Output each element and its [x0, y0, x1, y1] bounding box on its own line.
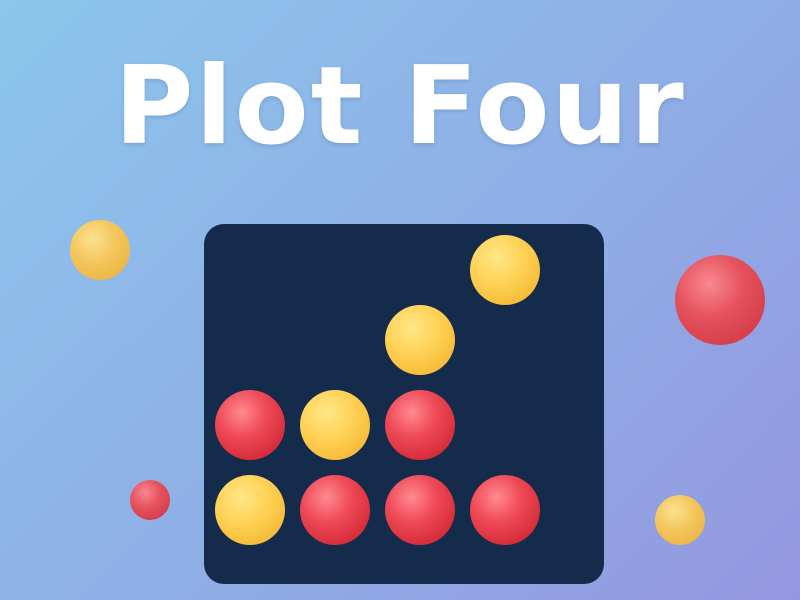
yellow-disc [470, 235, 540, 305]
start-screen: { "title": "Plot Four", "colors": { "red… [0, 0, 800, 600]
decorative-disc [70, 220, 130, 280]
decorative-disc [675, 255, 765, 345]
yellow-disc [215, 475, 285, 545]
game-title: Plot Four [114, 44, 686, 169]
red-disc [215, 390, 285, 460]
red-disc [470, 475, 540, 545]
red-disc [385, 390, 455, 460]
decorative-disc [655, 495, 705, 545]
decorative-disc [130, 480, 170, 520]
yellow-disc [385, 305, 455, 375]
red-disc [300, 475, 370, 545]
yellow-disc [300, 390, 370, 460]
red-disc [385, 475, 455, 545]
game-board [204, 224, 604, 584]
